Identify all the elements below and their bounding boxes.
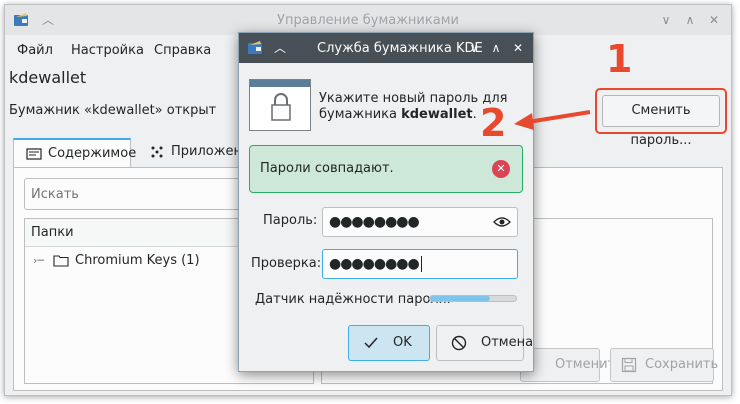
show-password-icon[interactable] — [493, 215, 511, 229]
keep-above-icon[interactable]: ︿ — [271, 39, 289, 57]
ok-button[interactable]: OK — [348, 325, 430, 361]
tab-applications[interactable]: Приложения — [137, 138, 247, 168]
ok-button-label: OK — [393, 335, 412, 350]
kwallet-password-dialog: ︿ Служба бумажника KDE ∨ ∧ ✕ Укажите нов… — [238, 32, 534, 372]
close-message-icon[interactable]: ✕ — [492, 160, 510, 178]
menu-help[interactable]: Справка — [154, 43, 211, 58]
expand-arrow-icon[interactable]: ›─ — [33, 247, 44, 275]
lock-illustration — [249, 79, 311, 131]
dialog-title: Служба бумажника KDE — [317, 41, 483, 56]
cancel-button-label: Отмена — [481, 335, 534, 350]
verify-label: Проверка: — [251, 256, 322, 271]
applications-icon — [151, 146, 163, 158]
save-button[interactable]: Сохранить — [610, 348, 718, 382]
close-icon[interactable]: ✕ — [705, 11, 723, 29]
annotation-highlight-frame — [595, 88, 727, 134]
annotation-arrow-icon — [514, 110, 591, 130]
cancel-icon — [451, 335, 467, 351]
wallet-status: Бумажник «kdewallet» открыт — [9, 103, 217, 118]
folder-label: Chromium Keys (1) — [75, 253, 200, 268]
tab-contents[interactable]: Содержимое — [13, 138, 136, 168]
annotation-step-2: 2 — [480, 101, 507, 145]
annotation-step-1: 1 — [606, 37, 633, 81]
check-icon — [364, 337, 378, 349]
lock-icon — [271, 93, 291, 121]
main-titlebar[interactable]: ︿ Управление бумажниками ∨ ∧ ✕ — [5, 5, 731, 35]
menu-settings[interactable]: Настройка — [71, 43, 144, 58]
minimize-icon[interactable]: ∨ — [657, 11, 675, 29]
close-icon[interactable]: ✕ — [509, 39, 527, 57]
strength-meter-fill — [430, 296, 491, 301]
save-button-label: Сохранить — [645, 357, 719, 372]
strength-meter — [429, 295, 517, 302]
menu-file[interactable]: Файл — [17, 43, 53, 58]
kwallet-app-icon — [248, 41, 262, 54]
main-window-title: Управление бумажниками — [277, 13, 459, 28]
cancel-button[interactable]: Отмена — [436, 325, 533, 361]
dialog-titlebar[interactable]: ︿ Служба бумажника KDE ∨ ∧ ✕ — [239, 33, 533, 63]
tab-contents-label: Содержимое — [48, 146, 137, 161]
wallet-name: kdewallet — [9, 68, 87, 87]
maximize-icon[interactable]: ∧ — [487, 39, 505, 57]
folder-icon — [53, 255, 69, 267]
password-field[interactable]: ●●●●●●●● — [322, 207, 518, 237]
document-icon — [26, 148, 42, 160]
minimize-icon[interactable]: ∨ — [465, 39, 483, 57]
save-icon — [621, 357, 637, 373]
password-match-message: Пароли совпадают. ✕ — [249, 145, 523, 193]
strength-label: Датчик надёжности пароля: — [255, 292, 451, 307]
verify-field[interactable]: ●●●●●●●● — [322, 249, 518, 279]
tab-applications-label: Приложения — [171, 144, 247, 159]
match-text: Пароли совпадают. — [260, 161, 394, 176]
password-label: Пароль: — [263, 213, 318, 228]
maximize-icon[interactable]: ∧ — [681, 11, 699, 29]
